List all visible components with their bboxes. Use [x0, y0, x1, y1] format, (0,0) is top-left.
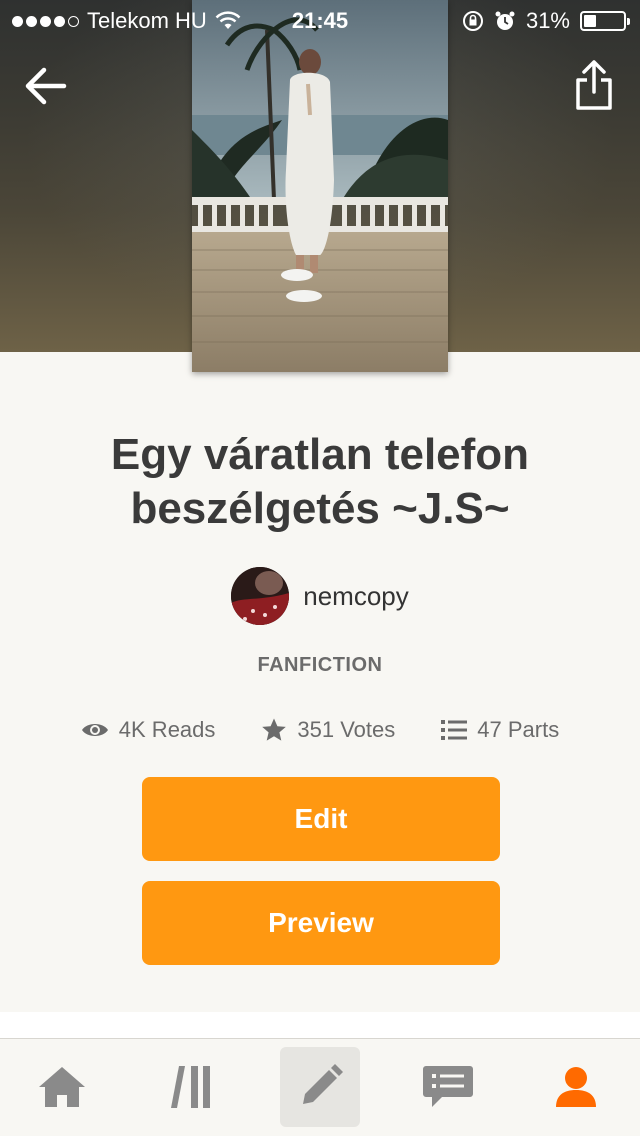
story-title: Egy váratlan telefon beszélgetés ~J.S~ [110, 430, 530, 533]
tab-home[interactable] [22, 1047, 102, 1127]
chat-icon [423, 1066, 473, 1107]
alarm-icon [495, 11, 515, 30]
eye-icon [81, 724, 108, 736]
list-icon [441, 720, 468, 740]
pencil-icon [303, 1064, 343, 1104]
battery-icon [580, 11, 630, 31]
status-right: 31% [462, 8, 630, 34]
votes-count: 351 Votes [297, 717, 396, 742]
story-cover-image[interactable] [192, 0, 448, 372]
author-name[interactable]: nemcopy [303, 581, 409, 612]
parts-stat[interactable]: 47 Parts [441, 717, 559, 743]
reads-count: 4K Reads [118, 717, 216, 742]
cover-photo [192, 0, 448, 372]
story-category[interactable]: FANFICTION [0, 654, 640, 677]
votes-stat: 351 Votes [261, 717, 395, 743]
reads-stat: 4K Reads [81, 717, 216, 743]
tab-library[interactable] [152, 1047, 232, 1127]
arrow-left-icon [25, 67, 67, 105]
tab-write[interactable] [280, 1047, 360, 1127]
back-button[interactable] [22, 62, 70, 110]
preview-button[interactable]: Preview [142, 881, 500, 965]
share-button[interactable] [572, 58, 616, 112]
star-icon [262, 718, 287, 741]
share-icon [576, 60, 612, 110]
person-icon [556, 1067, 596, 1107]
library-icon [171, 1066, 210, 1108]
tab-profile[interactable] [536, 1047, 616, 1127]
story-stats: 4K Reads 351 Votes 47 Parts [0, 712, 640, 748]
tab-bar [0, 1038, 640, 1136]
rotation-lock-icon [462, 11, 483, 31]
author-row[interactable]: nemcopy [0, 566, 640, 626]
home-icon [39, 1067, 85, 1107]
status-bar: Telekom HU 21:45 31% [0, 0, 640, 40]
battery-percent: 31% [525, 8, 570, 33]
battery-level [584, 15, 596, 27]
parts-count: 47 Parts [477, 717, 560, 742]
avatar-photo [231, 567, 290, 625]
edit-button[interactable]: Edit [142, 777, 500, 861]
tab-messages[interactable] [408, 1047, 488, 1127]
content-divider-area [0, 1012, 640, 1038]
avatar[interactable] [231, 567, 290, 625]
